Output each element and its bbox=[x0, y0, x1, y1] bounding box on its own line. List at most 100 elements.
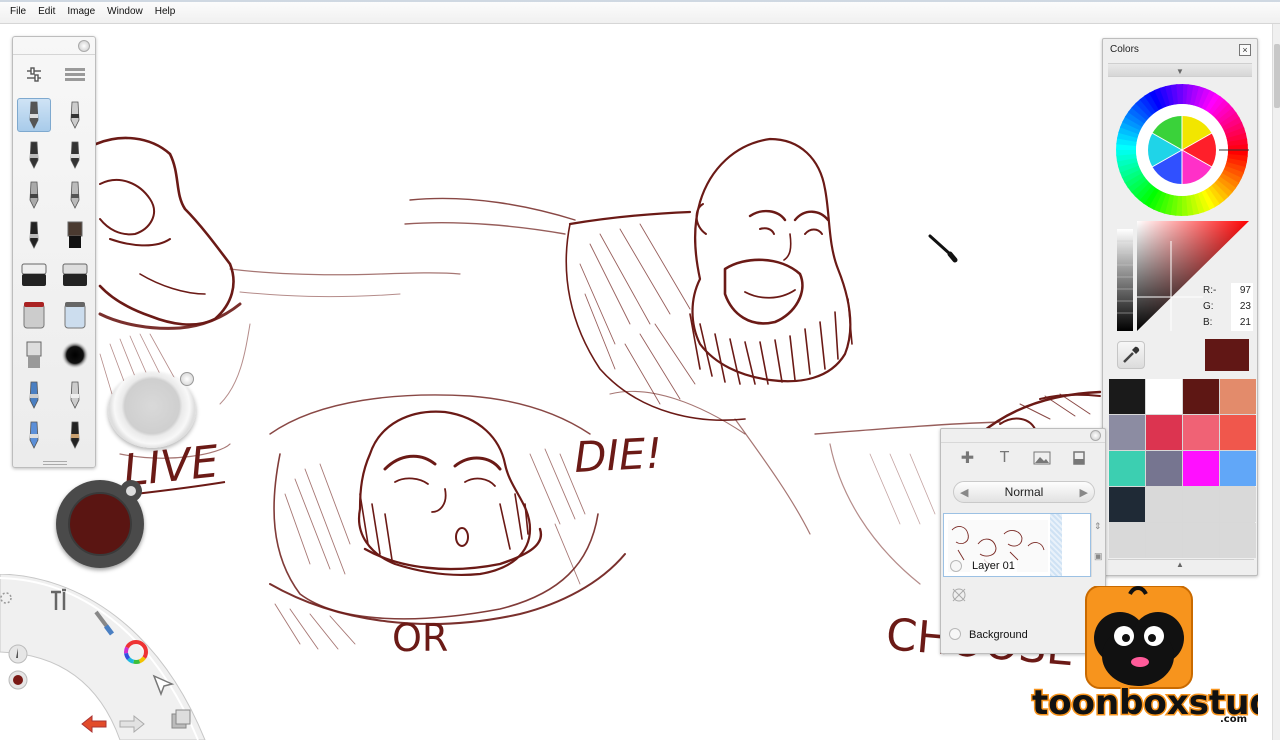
color-swatch[interactable] bbox=[1183, 379, 1219, 414]
marker-icon[interactable] bbox=[17, 138, 51, 172]
collapse-down-icon: ▼ bbox=[1176, 67, 1184, 76]
rgb-readout: R:- 97 G: 23 B: 21 bbox=[1203, 283, 1253, 331]
color-swatch[interactable] bbox=[1109, 523, 1145, 558]
colors-panel-title: Colors bbox=[1110, 44, 1139, 55]
brush-palette-resize-handle[interactable] bbox=[43, 461, 67, 465]
puck-close-button[interactable] bbox=[180, 372, 194, 386]
layer-opacity-icon[interactable]: ⇕ bbox=[1094, 521, 1102, 532]
eraser-icon[interactable] bbox=[17, 258, 51, 292]
paintbrush-icon[interactable] bbox=[58, 218, 92, 252]
background-visibility-toggle[interactable] bbox=[949, 628, 961, 640]
airbrush-icon[interactable] bbox=[58, 338, 92, 372]
color-swatch[interactable] bbox=[1109, 415, 1145, 450]
colors-panel-close-button[interactable]: × bbox=[1239, 44, 1251, 56]
colors-panel-expand-bar[interactable]: ▲ bbox=[1108, 559, 1254, 571]
dark-brush-icon[interactable] bbox=[58, 418, 92, 452]
gray-pencil-icon[interactable] bbox=[58, 378, 92, 412]
layer-lock-icon[interactable]: ▣ bbox=[1094, 551, 1103, 562]
blend-prev-icon[interactable]: ◀ bbox=[960, 486, 968, 499]
layer-editor-close-button[interactable] bbox=[1090, 430, 1101, 441]
layer-thumbnail-scrollbar[interactable] bbox=[1050, 514, 1062, 576]
color-swatch[interactable] bbox=[1220, 487, 1256, 522]
color-swatch[interactable] bbox=[1146, 451, 1182, 486]
grayscale-strip[interactable] bbox=[1117, 229, 1133, 331]
r-label: R:- bbox=[1203, 285, 1217, 296]
colors-panel-header[interactable]: Colors × bbox=[1103, 39, 1257, 61]
menu-file[interactable]: File bbox=[4, 0, 32, 24]
lagoon-pencil-icon[interactable] bbox=[8, 644, 28, 664]
color-swatch[interactable] bbox=[1109, 487, 1145, 522]
undo-icon[interactable] bbox=[81, 714, 107, 734]
blend-mode-value: Normal bbox=[1004, 485, 1044, 499]
color-swatch[interactable] bbox=[1220, 415, 1256, 450]
color-swatch[interactable] bbox=[1109, 379, 1145, 414]
layer-row-layer01[interactable]: Layer 01 bbox=[943, 513, 1091, 577]
menu-bar: File Edit Image Window Help bbox=[0, 0, 1280, 24]
sketchbook-window: File Edit Image Window Help LIVE DIE! OR… bbox=[0, 0, 1280, 740]
r-value-field[interactable]: 97 bbox=[1231, 283, 1253, 299]
toonbox-studio-logo: toonboxstudio .com bbox=[1031, 586, 1258, 725]
color-swatch[interactable] bbox=[1146, 415, 1182, 450]
color-swatch[interactable] bbox=[1220, 451, 1256, 486]
flat-brush-icon[interactable] bbox=[17, 338, 51, 372]
color-puck-handle[interactable] bbox=[120, 480, 142, 502]
add-text-layer-icon[interactable]: T bbox=[994, 447, 1016, 469]
window-scrollbar-thumb[interactable] bbox=[1274, 44, 1280, 108]
color-swatch[interactable] bbox=[1146, 487, 1182, 522]
g-value-field[interactable]: 23 bbox=[1231, 299, 1253, 315]
background-layer-name: Background bbox=[969, 629, 1028, 641]
eyedropper-button[interactable] bbox=[1117, 341, 1145, 369]
current-color-puck[interactable] bbox=[56, 480, 144, 568]
ink-pen-icon[interactable] bbox=[17, 218, 51, 252]
blend-next-icon[interactable]: ▶ bbox=[1080, 486, 1088, 499]
color-swatch[interactable] bbox=[1220, 523, 1256, 558]
layer01-name: Layer 01 bbox=[970, 560, 1017, 572]
soft-eraser-icon[interactable] bbox=[58, 258, 92, 292]
color-swatch[interactable] bbox=[1183, 451, 1219, 486]
color-swatch[interactable] bbox=[1146, 523, 1182, 558]
menu-help[interactable]: Help bbox=[149, 0, 182, 24]
brush-palette bbox=[12, 36, 96, 468]
paint-bucket-icon[interactable] bbox=[17, 298, 51, 332]
color-swatch[interactable] bbox=[1146, 379, 1182, 414]
expand-up-icon: ▲ bbox=[1176, 560, 1184, 569]
colors-panel-collapse-bar[interactable]: ▼ bbox=[1108, 63, 1252, 77]
add-layer-icon[interactable]: ✚ bbox=[957, 447, 979, 469]
title-strip bbox=[0, 0, 1280, 2]
add-image-layer-icon[interactable] bbox=[1031, 447, 1053, 469]
color-wheel[interactable] bbox=[1115, 83, 1249, 217]
color-swatch[interactable] bbox=[1109, 451, 1145, 486]
logo-domain: .com bbox=[1220, 714, 1247, 725]
color-swatch[interactable] bbox=[1183, 523, 1219, 558]
brush-properties-icon[interactable] bbox=[17, 58, 51, 92]
chisel-marker-icon[interactable] bbox=[58, 138, 92, 172]
g-label: G: bbox=[1203, 301, 1214, 312]
color-swatch[interactable] bbox=[1183, 415, 1219, 450]
layer-editor-header[interactable] bbox=[941, 429, 1105, 443]
menu-image[interactable]: Image bbox=[61, 0, 101, 24]
pencil-icon[interactable] bbox=[16, 98, 51, 132]
brush-palette-header[interactable] bbox=[13, 37, 95, 55]
swatch-grid bbox=[1109, 379, 1256, 558]
layer01-visibility-toggle[interactable] bbox=[950, 560, 962, 572]
brush-palette-close-button[interactable] bbox=[78, 40, 90, 52]
sketch-bottom-character bbox=[269, 394, 626, 650]
menu-window[interactable]: Window bbox=[101, 0, 149, 24]
blend-mode-selector[interactable]: ◀ Normal ▶ bbox=[953, 481, 1095, 503]
window-scrollbar[interactable] bbox=[1272, 24, 1280, 740]
b-value-field[interactable]: 21 bbox=[1231, 315, 1253, 331]
fine-pen-icon[interactable] bbox=[17, 178, 51, 212]
color-swatch[interactable] bbox=[1220, 379, 1256, 414]
clear-layer-icon[interactable] bbox=[1068, 447, 1090, 469]
menu-edit[interactable]: Edit bbox=[32, 0, 61, 24]
ballpoint-pen-icon[interactable] bbox=[58, 98, 92, 132]
brush-cursor bbox=[928, 234, 958, 263]
blue-pencil-icon[interactable] bbox=[17, 378, 51, 412]
colors-panel: Colors × ▼ R:- 97 G: 23 B: 21 ▲ bbox=[1102, 38, 1258, 576]
brush-pen-icon[interactable] bbox=[58, 178, 92, 212]
multi-bucket-icon[interactable] bbox=[58, 298, 92, 332]
brush-list-icon[interactable] bbox=[58, 58, 92, 92]
blue-marker-icon[interactable] bbox=[17, 418, 51, 452]
lagoon-color-dot-icon[interactable] bbox=[8, 670, 28, 690]
color-swatch[interactable] bbox=[1183, 487, 1219, 522]
